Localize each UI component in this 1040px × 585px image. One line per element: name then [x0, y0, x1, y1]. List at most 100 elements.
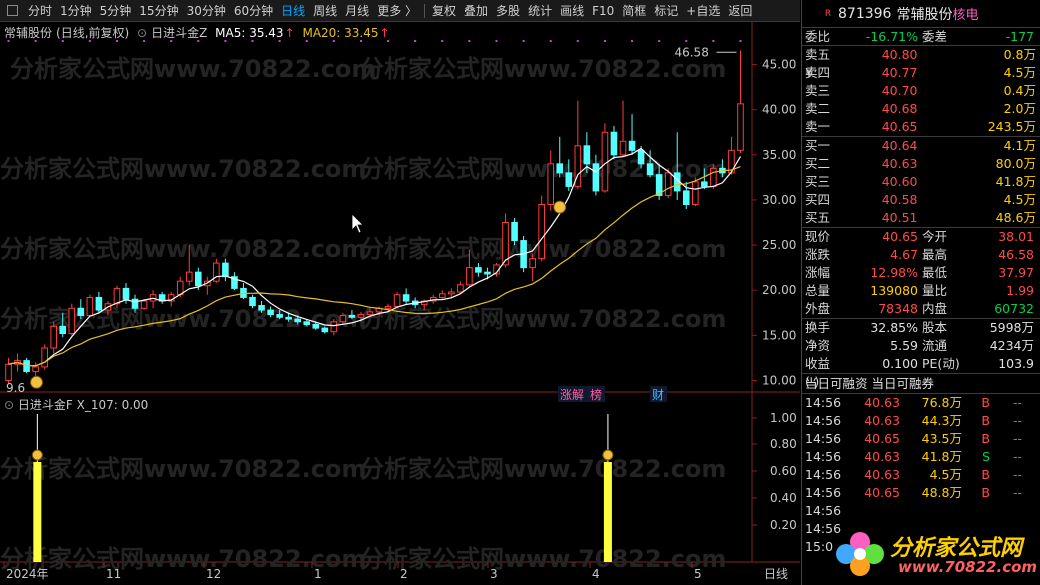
chart-mode: (日线,前复权) — [56, 26, 130, 40]
toolbar-item-15[interactable]: F10 — [588, 0, 618, 22]
toolbar-item-1[interactable]: 1分钟 — [56, 0, 96, 22]
stock-name: 常辅股份 — [4, 26, 53, 40]
watermark-text: 分析家公式网www.70822.com — [360, 545, 726, 573]
trade-time: 14:56 — [805, 413, 842, 428]
trade-volume: 43.5万 — [921, 431, 962, 446]
sector-tag[interactable]: 核电 — [952, 4, 978, 23]
sub-legend: ⊙ 日进斗金F X_107: 0.00 — [4, 396, 148, 413]
ask-row-3[interactable]: 卖二 40.68 2.0万 — [802, 100, 1040, 118]
indicator-icon[interactable]: ⊙ — [137, 26, 147, 40]
toolbar-item-8[interactable]: 月线 — [341, 0, 373, 22]
x-tick-label: 3 — [490, 567, 498, 581]
trade-volume: 41.8万 — [921, 449, 962, 464]
trade-side: B — [981, 395, 990, 410]
quote-row-1[interactable]: 涨跌 4.67 最高 46.58 — [802, 246, 1040, 264]
watermark-text: 分析家公式网www.70822.com — [0, 545, 366, 573]
toolbar-item-5[interactable]: 60分钟 — [230, 0, 277, 22]
toolbar-item-18[interactable]: +自选 — [682, 0, 724, 22]
sub-indicator-icon[interactable]: ⊙ — [4, 398, 14, 412]
sub-indicator-label[interactable]: 日进斗金F X_107: 0.00 — [18, 398, 148, 412]
fund-row-2-label: 收益(-) — [805, 356, 831, 389]
bid-row-4-label: 买五 — [805, 210, 831, 225]
toolbar-item-14[interactable]: 画线 — [556, 0, 588, 22]
bid-row-2[interactable]: 买三 40.60 41.8万 — [802, 173, 1040, 191]
quote-row-1-label: 涨跌 — [805, 247, 831, 262]
bid-row-1[interactable]: 买二 40.63 80.0万 — [802, 155, 1040, 173]
toolbar-item-11[interactable]: 叠加 — [460, 0, 492, 22]
bid-vol: 80.0万 — [995, 156, 1036, 171]
quote-row-3[interactable]: 总量 139080 量比 1.99 — [802, 282, 1040, 300]
candle-body — [77, 307, 85, 316]
layout-toggle-icon[interactable] — [7, 5, 18, 16]
fundamental-stats: 换手 32.85% 股本 5998万 净资 5.59 流通 4234万 收益(-) 0.100 PE… — [802, 319, 1040, 389]
ask-row-4[interactable]: 卖一 40.65 243.5万 — [802, 118, 1040, 136]
toolbar-item-3[interactable]: 15分钟 — [135, 0, 182, 22]
trade-time: 14:56 — [805, 431, 842, 446]
watermark-text: 分析家公式网www.70822.com — [360, 455, 726, 483]
quote-row-0[interactable]: 现价 40.65 今开 38.01 — [802, 228, 1040, 246]
toolbar-item-17[interactable]: 标记 — [650, 0, 682, 22]
ask-row-1-label: 卖四 — [805, 65, 831, 80]
candle-body — [321, 327, 329, 333]
bid-row-4[interactable]: 买五 40.51 48.6万 — [802, 209, 1040, 227]
ask-row-0-value: 40.80 — [881, 47, 918, 62]
ask-row-0-label: 卖五 ¥ — [805, 47, 831, 80]
quote-row-4[interactable]: 外盘 78348 内盘 60732 — [802, 300, 1040, 318]
candle-body — [339, 314, 347, 323]
toolbar-item-9[interactable]: 更多 〉 — [373, 0, 421, 22]
toolbar-item-19[interactable]: 返回 — [724, 0, 756, 22]
toolbar-item-13[interactable]: 统计 — [524, 0, 556, 22]
candle-body — [330, 321, 338, 333]
candle-body — [646, 163, 654, 176]
toolbar-item-10[interactable]: 复权 — [428, 0, 460, 22]
fund-row-2[interactable]: 收益(-) 0.100 PE(动) 103.9 — [802, 355, 1040, 389]
toolbar-item-2[interactable]: 5分钟 — [96, 0, 136, 22]
bid-row-0[interactable]: 买一 40.64 4.1万 — [802, 137, 1040, 155]
candle-body — [131, 298, 139, 309]
signal-dot — [468, 40, 471, 42]
fund-row-1[interactable]: 净资 5.59 流通 4234万 — [802, 337, 1040, 355]
indicator-name[interactable]: 日进斗金Z — [151, 26, 207, 40]
quote-row-3-label: 总量 — [805, 283, 831, 298]
toolbar-item-7[interactable]: 周线 — [309, 0, 341, 22]
trade-row: 14:56 40.63 4.5万 B -- — [802, 466, 1040, 484]
y-tick-label: 40.00 — [762, 103, 796, 117]
ask-row-0[interactable]: 卖五 ¥ 40.80 0.8万 — [802, 46, 1040, 80]
candle-body — [5, 363, 12, 381]
bid-row-3[interactable]: 买四 40.58 4.5万 — [802, 191, 1040, 209]
candle-body — [457, 284, 464, 293]
candlestick-chart[interactable]: 分析家公式网www.70822.com分析家公式网www.70822.com分析… — [0, 22, 800, 585]
trade-time: 14:56 — [805, 467, 842, 482]
toolbar-item-16[interactable]: 简框 — [618, 0, 650, 22]
candle-body — [113, 287, 121, 305]
trade-price: 40.63 — [864, 413, 900, 428]
toolbar-item-0[interactable]: 分时 — [24, 0, 56, 22]
quote-row-2[interactable]: 涨幅 12.98% 最低 37.97 — [802, 264, 1040, 282]
trade-row: 14:56 40.63 76.8万 B -- — [802, 394, 1040, 412]
flower-logo-icon — [836, 532, 884, 576]
ask-row-2[interactable]: 卖三 40.70 0.4万 — [802, 82, 1040, 100]
min-price-label: 9.6 — [6, 381, 25, 395]
bid-book: 买一 40.64 4.1万 买二 40.63 80.0万 买三 40.60 41.8万 买四 40.… — [802, 137, 1040, 228]
bid-row-3-label: 买四 — [805, 192, 831, 207]
quote-row-4-value2: 60732 — [994, 301, 1034, 316]
sub-y-tick-label: 0.60 — [770, 464, 797, 478]
toolbar-item-12[interactable]: 多股 — [492, 0, 524, 22]
candle-body — [95, 296, 103, 311]
fund-row-2-value2: 103.9 — [998, 356, 1034, 371]
wei-bi-value: -16.71% — [865, 29, 918, 44]
toolbar-item-6[interactable]: 日线 — [277, 0, 309, 22]
candle-body — [664, 172, 672, 196]
trade-flag — [990, 502, 1022, 520]
chart-toolbar: 分时 1分钟 5分钟 15分钟 30分钟 60分钟 日线 周线 月线 更多 〉复权 叠加 多股 统计 画线… — [0, 0, 800, 22]
ask-row-1[interactable]: 卖四 40.77 4.5万 — [802, 64, 1040, 82]
y-tick-label: 10.00 — [762, 373, 796, 387]
candle-body — [285, 316, 292, 320]
ask-row-2-label: 卖三 — [805, 83, 831, 98]
trade-flag: -- — [1012, 413, 1022, 428]
trade-price — [846, 502, 900, 520]
trade-volume: 44.3万 — [921, 413, 962, 428]
fund-row-0[interactable]: 换手 32.85% 股本 5998万 — [802, 319, 1040, 337]
ask-vol: 243.5万 — [987, 119, 1036, 134]
toolbar-item-4[interactable]: 30分钟 — [183, 0, 230, 22]
